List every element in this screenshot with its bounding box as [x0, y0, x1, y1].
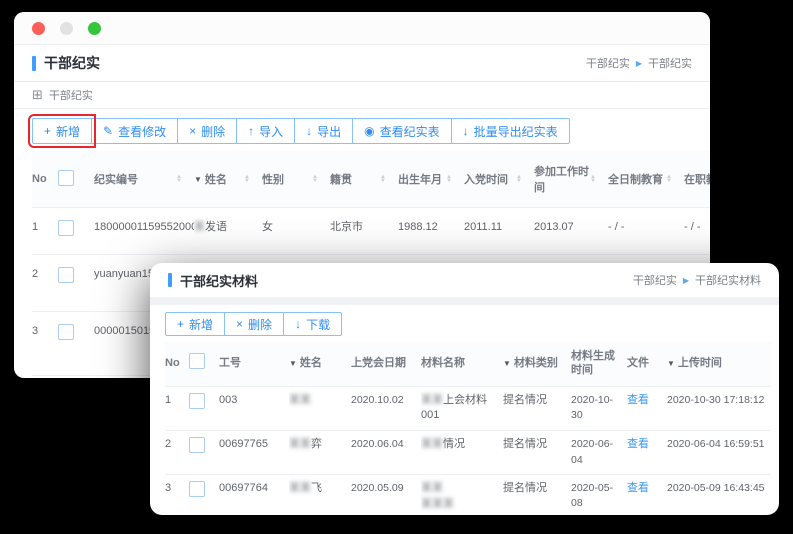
page-title: 干部纪实材料	[168, 271, 258, 290]
sort-icon[interactable]: ▲▼	[516, 175, 530, 183]
close-icon: ×	[236, 318, 243, 330]
col-material-name: 材料名称	[421, 342, 503, 386]
batch-export-button[interactable]: ↓ 批量导出纪实表	[451, 118, 570, 144]
breadcrumb-parent[interactable]: 干部纪实	[633, 272, 677, 288]
download-icon: ↓	[306, 125, 312, 137]
breadcrumb-arrow-icon: ▶	[683, 276, 689, 285]
delete-button[interactable]: × 删除	[177, 118, 237, 144]
table-row: 3 00697764 某某飞 2020.05.09 某某 某某某33333333…	[165, 474, 771, 515]
col-select	[58, 151, 94, 208]
download-icon: ↓	[295, 318, 301, 330]
row-checkbox[interactable]	[189, 481, 205, 497]
desktop-background: 干部纪实 干部纪实 ▶ 干部纪实 ⊞ 干部纪实 + 新增 ✎ 查看修改 × 删除	[0, 0, 793, 534]
breadcrumb-arrow-icon: ▶	[636, 59, 642, 68]
col-fulltime-edu: 全日制教育▲▼	[608, 151, 684, 208]
sort-icon[interactable]: ▲▼	[176, 175, 190, 183]
view-file-link[interactable]: 查看	[627, 438, 649, 450]
records-toolbar: + 新增 ✎ 查看修改 × 删除 ↑ 导入 ↓ 导出 ◉ 查看纪实表 ↓ 批量导…	[14, 109, 710, 151]
materials-toolbar: + 新增 × 删除 ↓ 下载	[150, 305, 779, 342]
sort-icon[interactable]: ▲▼	[590, 175, 604, 183]
plus-icon: +	[177, 318, 184, 330]
table-row: 1 180000011595520000 某发语 女 北京市 1988.12 2…	[32, 208, 710, 255]
col-generated: 材料生成时间	[571, 342, 627, 386]
col-gender: 性别▲▼	[262, 151, 330, 208]
col-record-id: 纪实编号▲▼	[94, 151, 194, 208]
breadcrumb: 干部纪实 ▶ 干部纪实	[586, 55, 692, 71]
row-checkbox[interactable]	[189, 437, 205, 453]
breadcrumb-current: 干部纪实材料	[695, 272, 761, 288]
section-divider	[150, 297, 779, 305]
page-title-text: 干部纪实材料	[180, 271, 258, 290]
close-icon: ×	[189, 125, 196, 137]
view-file-link[interactable]: 查看	[627, 394, 649, 406]
view-edit-button[interactable]: ✎ 查看修改	[91, 118, 178, 144]
select-all-checkbox[interactable]	[58, 170, 74, 186]
close-window-button[interactable]	[32, 22, 45, 35]
title-accent-bar	[168, 273, 172, 287]
sort-icon[interactable]: ▲▼	[666, 175, 680, 183]
view-file-link[interactable]: 查看	[627, 482, 649, 494]
table-row: 2 00697765 某某弈 2020.06.04 某某情况 提名情况 2020…	[165, 431, 771, 474]
window-cadre-record-materials: 干部纪实材料 干部纪实 ▶ 干部纪实材料 + 新增 × 删除 ↓ 下载	[150, 263, 779, 515]
table-grid-icon: ⊞	[32, 87, 43, 103]
download-button[interactable]: ↓ 下载	[283, 312, 342, 336]
view-record-sheet-button[interactable]: ◉ 查看纪实表	[352, 118, 452, 144]
col-no: No	[32, 151, 58, 208]
download-icon: ↓	[463, 125, 469, 137]
page-header: 干部纪实材料 干部纪实 ▶ 干部纪实材料	[150, 263, 779, 297]
edit-icon: ✎	[103, 125, 113, 137]
filter-icon[interactable]: ▼	[289, 359, 297, 368]
col-origin: 籍贯▲▼	[330, 151, 398, 208]
add-button[interactable]: + 新增	[32, 118, 92, 144]
col-name: ▼姓名	[289, 342, 351, 386]
panel-title-text: 干部纪实	[49, 87, 93, 103]
delete-button[interactable]: × 删除	[224, 312, 284, 336]
col-uploaded: ▼上传时间	[667, 342, 771, 386]
col-party-join: 入党时间▲▼	[464, 151, 534, 208]
col-material-type: ▼材料类别	[503, 342, 571, 386]
materials-table: No 工号 ▼姓名 上党会日期 材料名称 ▼材料类别 材料生成时间 文件 ▼上传…	[150, 342, 779, 515]
plus-icon: +	[44, 125, 51, 137]
col-name: ▼姓名▲▼	[194, 151, 262, 208]
col-select	[189, 342, 219, 386]
row-checkbox[interactable]	[58, 220, 74, 236]
filter-icon[interactable]: ▼	[503, 359, 511, 368]
page-title: 干部纪实	[32, 53, 100, 73]
panel-header: ⊞ 干部纪实	[14, 82, 710, 109]
filter-icon[interactable]: ▼	[194, 175, 202, 184]
zoom-window-button[interactable]	[88, 22, 101, 35]
row-checkbox[interactable]	[58, 267, 74, 283]
col-birth: 出生年月▲▼	[398, 151, 464, 208]
table-header-row: No 纪实编号▲▼ ▼姓名▲▼ 性别▲▼ 籍贯▲▼ 出生年月▲▼ 入党时间▲▼ …	[32, 151, 710, 208]
col-onjob-edu: 在职教育	[684, 151, 710, 208]
row-checkbox[interactable]	[189, 393, 205, 409]
page-header: 干部纪实 干部纪实 ▶ 干部纪实	[14, 45, 710, 82]
table-row: 1 003 某某 2020.10.02 某某上会材料001 提名情况 2020-…	[165, 386, 771, 431]
breadcrumb-parent[interactable]: 干部纪实	[586, 55, 630, 71]
table-header-row: No 工号 ▼姓名 上党会日期 材料名称 ▼材料类别 材料生成时间 文件 ▼上传…	[165, 342, 771, 386]
col-no: No	[165, 342, 189, 386]
title-accent-bar	[32, 56, 36, 71]
sort-icon[interactable]: ▲▼	[312, 175, 326, 183]
col-emp-id: 工号	[219, 342, 289, 386]
export-button[interactable]: ↓ 导出	[294, 118, 353, 144]
sort-icon[interactable]: ▲▼	[244, 175, 258, 183]
col-work-start: 参加工作时间▲▼	[534, 151, 608, 208]
page-title-text: 干部纪实	[44, 53, 100, 73]
col-meeting-date: 上党会日期	[351, 342, 421, 386]
window-titlebar	[14, 12, 710, 45]
breadcrumb-current: 干部纪实	[648, 55, 692, 71]
add-button[interactable]: + 新增	[165, 312, 225, 336]
eye-icon: ◉	[364, 125, 374, 137]
sort-icon[interactable]: ▲▼	[446, 175, 460, 183]
sort-icon[interactable]: ▲▼	[380, 175, 394, 183]
select-all-checkbox[interactable]	[189, 353, 205, 369]
col-file: 文件	[627, 342, 667, 386]
upload-icon: ↑	[248, 125, 254, 137]
import-button[interactable]: ↑ 导入	[236, 118, 295, 144]
breadcrumb: 干部纪实 ▶ 干部纪实材料	[633, 272, 761, 288]
minimize-window-button[interactable]	[60, 22, 73, 35]
row-checkbox[interactable]	[58, 324, 74, 340]
filter-icon[interactable]: ▼	[667, 359, 675, 368]
